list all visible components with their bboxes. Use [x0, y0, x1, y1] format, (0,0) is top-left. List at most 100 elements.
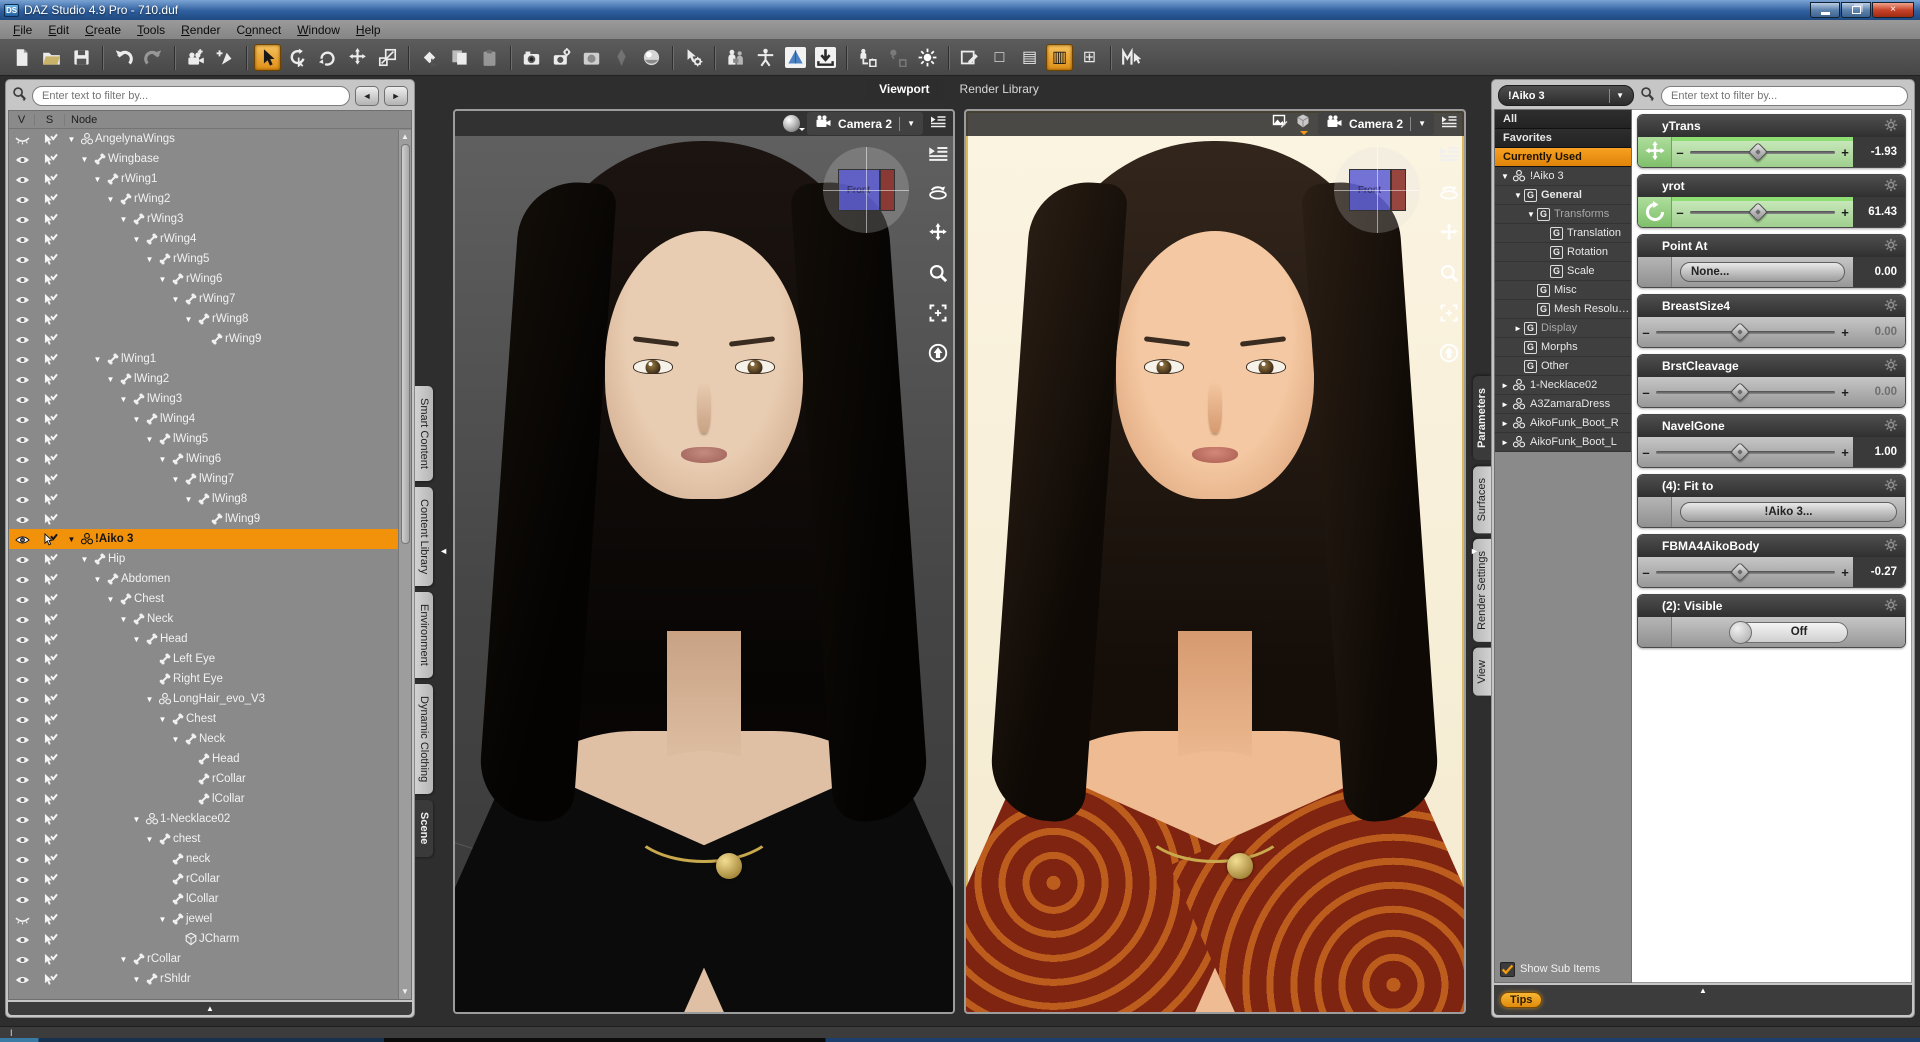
selectable-toggle[interactable] — [35, 893, 65, 906]
visibility-toggle-on[interactable] — [9, 893, 35, 906]
camera-selector[interactable]: Camera 2 ▼ — [1318, 112, 1434, 135]
params-filter-favorites[interactable]: Favorites — [1495, 129, 1631, 148]
layout-columns-icon[interactable]: ▥ — [1046, 44, 1073, 71]
pane-menu-icon[interactable] — [1439, 143, 1459, 168]
checkbox-checked-icon[interactable] — [1500, 962, 1515, 977]
layout-grid-icon[interactable]: ⊞ — [1076, 44, 1103, 71]
selectable-toggle[interactable] — [35, 433, 65, 446]
workspace-icon[interactable] — [1118, 44, 1145, 71]
selectable-toggle[interactable] — [35, 913, 65, 926]
new-document-icon[interactable] — [8, 44, 35, 71]
tab-render-library[interactable]: Render Library — [947, 79, 1052, 100]
expander-icon[interactable]: ▼ — [78, 155, 91, 164]
selectable-toggle[interactable] — [35, 133, 65, 146]
render-icon[interactable] — [518, 44, 545, 71]
tree-row[interactable]: ▼chest — [9, 829, 398, 849]
slider-track[interactable] — [1656, 451, 1835, 454]
gear-icon[interactable] — [1884, 298, 1898, 315]
visibility-toggle-on[interactable] — [9, 473, 35, 486]
pane-menu-icon[interactable] — [928, 143, 948, 168]
slider-decrement[interactable]: – — [1638, 445, 1654, 460]
splitter-collapse-right-icon[interactable]: ► — [1470, 546, 1479, 556]
visibility-toggle-on[interactable] — [9, 213, 35, 226]
param-button[interactable]: None... — [1680, 262, 1845, 282]
menu-create[interactable]: Create — [78, 22, 128, 38]
selectable-toggle[interactable] — [35, 573, 65, 586]
tree-row[interactable]: ▼lWing1 — [9, 349, 398, 369]
filter-back-button[interactable]: ◄ — [355, 86, 379, 106]
param-button[interactable]: !Aiko 3... — [1680, 502, 1897, 522]
params-group-row[interactable]: ▼!Aiko 3 — [1495, 167, 1631, 186]
menu-file[interactable]: File — [6, 22, 39, 38]
slider-track[interactable] — [1656, 391, 1835, 394]
tree-row[interactable]: ▼1-Necklace02 — [9, 809, 398, 829]
visibility-toggle-on[interactable] — [9, 373, 35, 386]
create-camera-icon[interactable] — [182, 44, 209, 71]
visibility-toggle-on[interactable] — [9, 353, 35, 366]
expander-icon[interactable]: ▼ — [130, 235, 143, 244]
node-selection-tool-icon[interactable] — [254, 44, 281, 71]
selectable-toggle[interactable] — [35, 773, 65, 786]
pane-menu-icon[interactable] — [419, 82, 437, 101]
tree-row[interactable]: ▼!Aiko 3 — [9, 529, 398, 549]
tree-row[interactable]: ▼rWing4 — [9, 229, 398, 249]
viewport-right[interactable]: Camera 2 ▼ Front — [964, 109, 1466, 1014]
tree-row[interactable]: ▼rCollar — [9, 949, 398, 969]
params-filter-currently-used[interactable]: Currently Used — [1495, 148, 1631, 167]
visibility-toggle-on[interactable] — [9, 793, 35, 806]
visibility-toggle-on[interactable] — [9, 653, 35, 666]
expander-icon[interactable]: ▼ — [91, 575, 104, 584]
tree-row[interactable]: ▼Neck — [9, 729, 398, 749]
tree-row[interactable]: ▼rWing1 — [9, 169, 398, 189]
slider-thumb[interactable] — [1730, 322, 1750, 342]
frame-tool-icon[interactable] — [928, 303, 948, 328]
delete-light-icon[interactable] — [884, 44, 911, 71]
tree-row[interactable]: ▼rShldr — [9, 969, 398, 989]
selectable-toggle[interactable] — [35, 613, 65, 626]
visibility-toggle-on[interactable] — [9, 413, 35, 426]
layout-single-icon[interactable]: □ — [986, 44, 1013, 71]
params-group-row[interactable]: ▼GTransforms — [1495, 205, 1631, 224]
tab-content-library[interactable]: Content Library — [415, 487, 433, 586]
slider-thumb[interactable] — [1748, 142, 1768, 162]
search-icon[interactable] — [12, 86, 27, 106]
params-group-row[interactable]: ►AikoFunk_Boot_R — [1495, 414, 1631, 433]
visibility-toggle-on[interactable] — [9, 813, 35, 826]
slider-thumb[interactable] — [1748, 202, 1768, 222]
expander-icon[interactable]: ► — [1499, 438, 1511, 447]
splitter-collapse-left-icon[interactable]: ◄ — [439, 546, 448, 556]
params-group-row[interactable]: GMisc — [1495, 281, 1631, 300]
filter-forward-button[interactable]: ► — [384, 86, 408, 106]
pan-tool-icon[interactable] — [928, 223, 948, 248]
selectable-toggle[interactable] — [35, 233, 65, 246]
selectable-toggle[interactable] — [35, 733, 65, 746]
delete-figure-icon[interactable] — [854, 44, 881, 71]
orbit-tool-icon[interactable] — [928, 183, 948, 208]
selectable-toggle[interactable] — [35, 193, 65, 206]
save-icon[interactable] — [68, 44, 95, 71]
slider-track[interactable] — [1690, 151, 1835, 154]
home-view-icon[interactable] — [928, 343, 948, 368]
tab-surfaces[interactable]: Surfaces — [1473, 466, 1491, 533]
expander-icon[interactable]: ▼ — [117, 215, 130, 224]
selectable-toggle[interactable] — [35, 873, 65, 886]
tool-settings-icon[interactable] — [680, 44, 707, 71]
tree-row[interactable]: ▼Abdomen — [9, 569, 398, 589]
node-selector-dropdown[interactable]: !Aiko 3 ▼ — [1498, 85, 1634, 106]
view-cube[interactable]: Front — [1334, 147, 1420, 233]
selectable-toggle[interactable] — [35, 453, 65, 466]
expander-icon[interactable]: ▼ — [156, 715, 169, 724]
selectable-toggle[interactable] — [35, 393, 65, 406]
aux-render-icon[interactable] — [1272, 113, 1288, 134]
params-group-row[interactable]: GRotation — [1495, 243, 1631, 262]
collapse-icon[interactable]: ▲ — [1699, 986, 1707, 995]
expander-icon[interactable]: ▼ — [130, 635, 143, 644]
zoom-tool-icon[interactable] — [928, 263, 948, 288]
menu-edit[interactable]: Edit — [41, 22, 76, 38]
menu-tools[interactable]: Tools — [130, 22, 172, 38]
selectable-toggle[interactable] — [35, 173, 65, 186]
create-point-light-icon[interactable] — [914, 44, 941, 71]
slider-decrement[interactable]: – — [1638, 565, 1654, 580]
tree-row[interactable]: ▼rWing2 — [9, 189, 398, 209]
visibility-toggle-on[interactable] — [9, 693, 35, 706]
